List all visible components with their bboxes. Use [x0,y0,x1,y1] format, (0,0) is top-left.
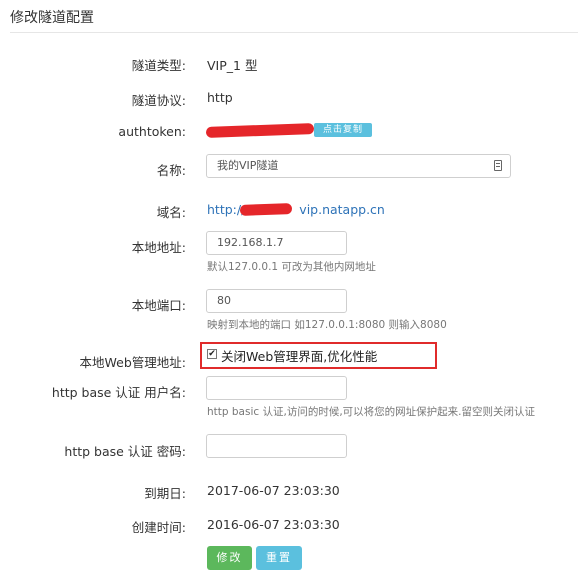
reset-button[interactable]: 重置 [256,546,302,570]
local-port-input[interactable]: 80 [206,289,347,313]
tunnel-protocol-value: http [207,90,233,105]
local-port-hint: 映射到本地的端口 如127.0.0.1:8080 则输入8080 [207,319,447,331]
authtoken-redaction [205,123,315,138]
tunnel-type-label: 隧道类型: [131,58,186,73]
edit-icon [494,160,502,171]
domain-suffix: vip.natapp.cn [299,202,385,217]
auth-password-label: http base 认证 密码: [64,444,186,459]
name-label: 名称: [156,163,186,178]
disable-web-admin-checkbox[interactable]: ✔ [207,349,217,359]
submit-button[interactable]: 修改 [207,546,252,570]
local-address-input[interactable]: 192.168.1.7 [206,231,347,255]
authtoken-label: authtoken: [118,124,186,139]
domain-redaction [239,203,293,216]
copy-button-label: 点击复制 [322,125,363,135]
web-admin-label: 本地Web管理地址: [79,355,186,370]
auth-password-input[interactable] [206,434,347,458]
name-input[interactable]: 我的VIP隧道 [206,154,511,178]
expire-date-value: 2017-06-07 23:03:30 [207,483,340,498]
local-address-value: 192.168.1.7 [217,236,284,249]
title-divider [10,32,578,33]
auth-username-hint: http basic 认证,访问的时候,可以将您的网址保护起来.留空则关闭认证 [207,406,536,418]
local-address-hint: 默认127.0.0.1 可改为其他内网地址 [207,261,376,273]
local-port-value: 80 [217,294,231,307]
name-input-value: 我的VIP隧道 [217,159,279,172]
copy-authtoken-button[interactable]: 点击复制 [314,123,372,137]
created-time-value: 2016-06-07 23:03:30 [207,517,340,532]
tunnel-type-value: VIP_1 型 [207,58,258,73]
local-port-label: 本地端口: [131,298,186,313]
local-address-label: 本地地址: [131,240,186,255]
auth-username-input[interactable] [206,376,347,400]
expire-date-label: 到期日: [144,486,186,501]
checkmark-icon: ✔ [208,349,216,359]
tunnel-protocol-label: 隧道协议: [131,93,186,108]
created-time-label: 创建时间: [131,520,186,535]
page-title: 修改隧道配置 [10,10,94,26]
domain-link[interactable]: http://vip.natapp.cn [207,202,385,217]
disable-web-admin-label[interactable]: 关闭Web管理界面,优化性能 [221,346,377,365]
domain-label: 域名: [156,205,186,220]
auth-username-label: http base 认证 用户名: [51,385,186,400]
